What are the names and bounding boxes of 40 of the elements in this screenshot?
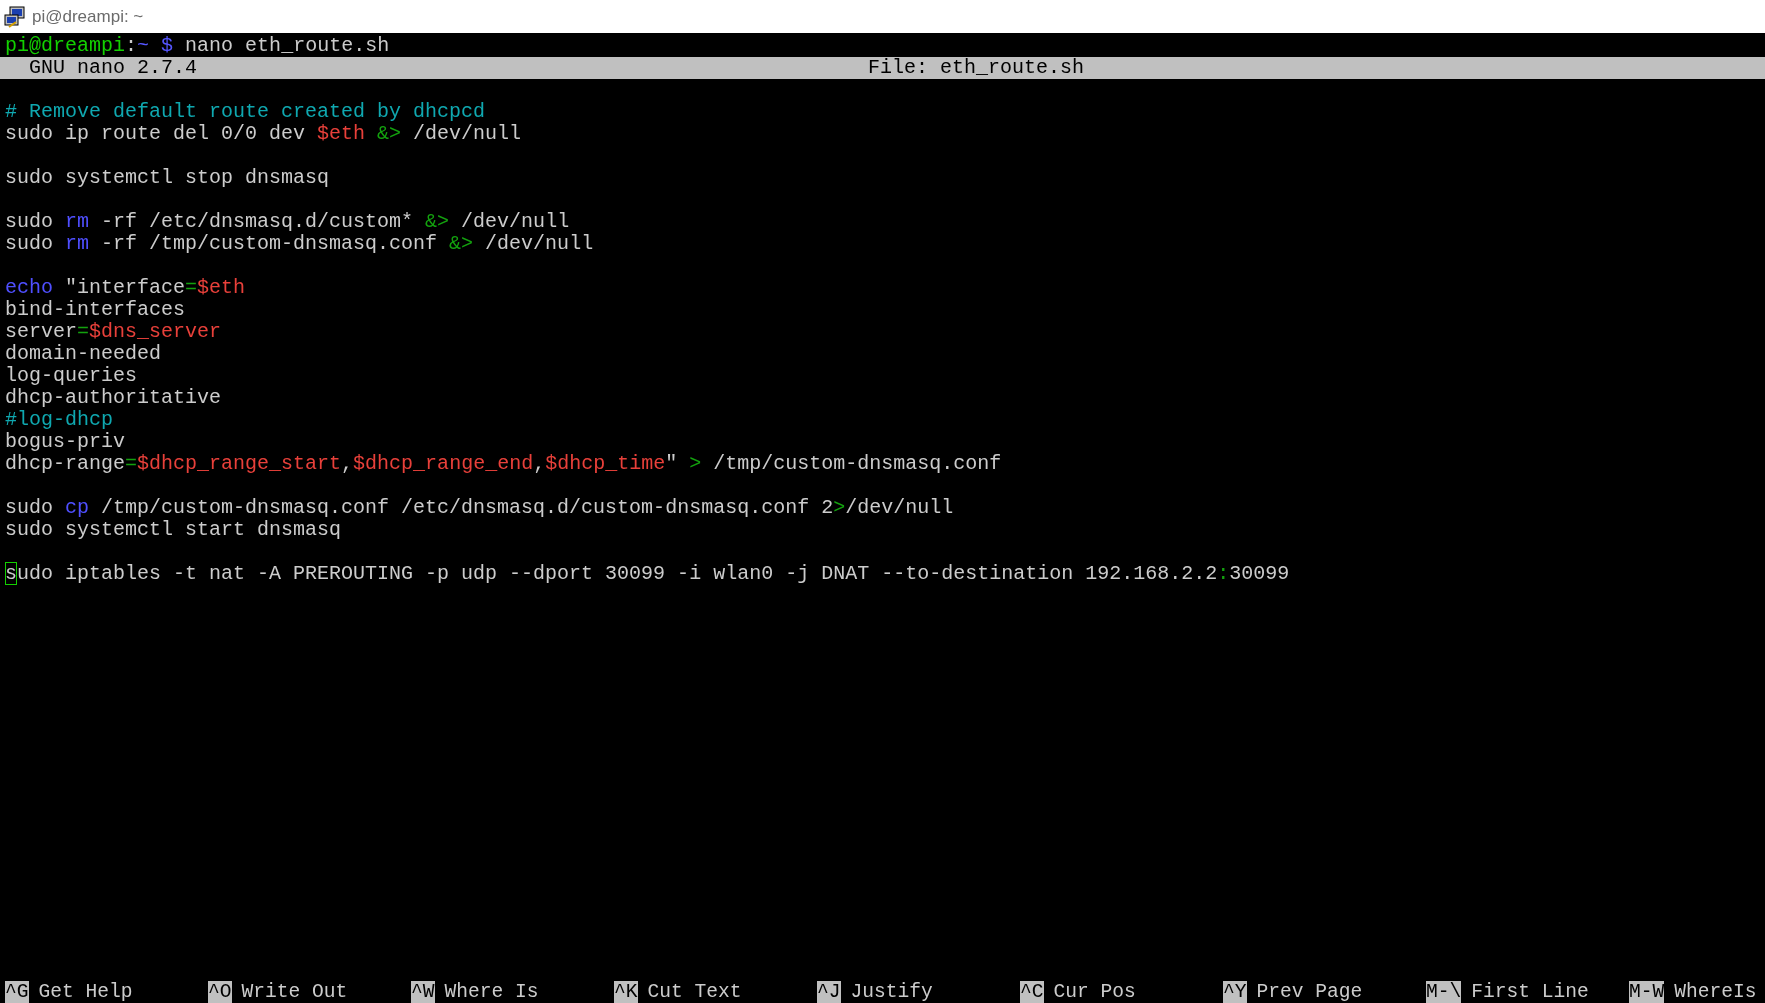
shortcut-key: ^K <box>614 981 638 1003</box>
shortcut-key: ^G <box>5 981 29 1003</box>
code-line: sudo ip route del 0/0 dev $eth &> /dev/null <box>5 123 522 145</box>
shortcut-label: First Line <box>1471 981 1589 1003</box>
terminal-computer-icon <box>4 5 26 28</box>
shortcut-key: M-\ <box>1426 981 1462 1003</box>
code-line: sudo cp /tmp/custom-dnsmasq.conf /etc/dnsmasq.d/custom-dnsmasq.conf 2>/dev/null <box>5 497 954 519</box>
shortcut-label: Where Is <box>444 981 539 1003</box>
window-title: pi@dreampi: ~ <box>32 5 144 28</box>
code-line: sudo rm -rf /etc/dnsmasq.d/custom* &> /dev/null <box>5 211 570 233</box>
shortcut-key: ^C <box>1020 981 1044 1003</box>
code-line: echo "interface=$eth <box>5 277 246 299</box>
shortcut-label: WhereIs <box>1674 981 1757 1003</box>
code-line: domain-needed <box>5 343 162 365</box>
code-line: #log-dhcp <box>5 409 114 431</box>
code-line: dhcp-authoritative <box>5 387 222 409</box>
shortcut-label: Justify <box>850 981 933 1003</box>
code-line: sudo systemctl start dnsmasq <box>5 519 342 541</box>
shortcut-key: ^J <box>817 981 841 1003</box>
code-line: bind-interfaces <box>5 299 186 321</box>
code-line: sudo iptables -t nat -A PREROUTING -p udp --dport 30099 -i wlan0 -j DNAT --to-destination 192.168.2.2:30099 <box>5 563 1290 585</box>
code-line: log-queries <box>5 365 138 387</box>
code-line: dhcp-range=$dhcp_range_start,$dhcp_range_end,$dhcp_time" > /tmp/custom-dnsmasq.conf <box>5 453 1002 475</box>
shortcut-label: Cut Text <box>647 981 742 1003</box>
file-name: File: eth_route.sh <box>868 57 1085 79</box>
shortcut-key: ^O <box>208 981 232 1003</box>
code-line: server=$dns_server <box>5 321 222 343</box>
nano-version: GNU nano 2.7.4 <box>29 57 198 79</box>
code-line: sudo systemctl stop dnsmasq <box>5 167 330 189</box>
shortcut-label: Cur Pos <box>1053 981 1136 1003</box>
shell-prompt-line: pi@dreampi:~ $ nano eth_route.sh <box>5 35 390 57</box>
code-line: sudo rm -rf /tmp/custom-dnsmasq.conf &> /dev/null <box>5 233 594 255</box>
shortcut-label: Prev Page <box>1256 981 1363 1003</box>
code-line: bogus-priv <box>5 431 126 453</box>
shortcut-key: M-W <box>1629 981 1665 1003</box>
shortcut-label: Write Out <box>241 981 348 1003</box>
shortcut-key: ^Y <box>1223 981 1247 1003</box>
shortcut-label: Get Help <box>38 981 133 1003</box>
code-line: # Remove default route created by dhcpcd <box>5 101 486 123</box>
shortcut-key: ^W <box>411 981 435 1003</box>
